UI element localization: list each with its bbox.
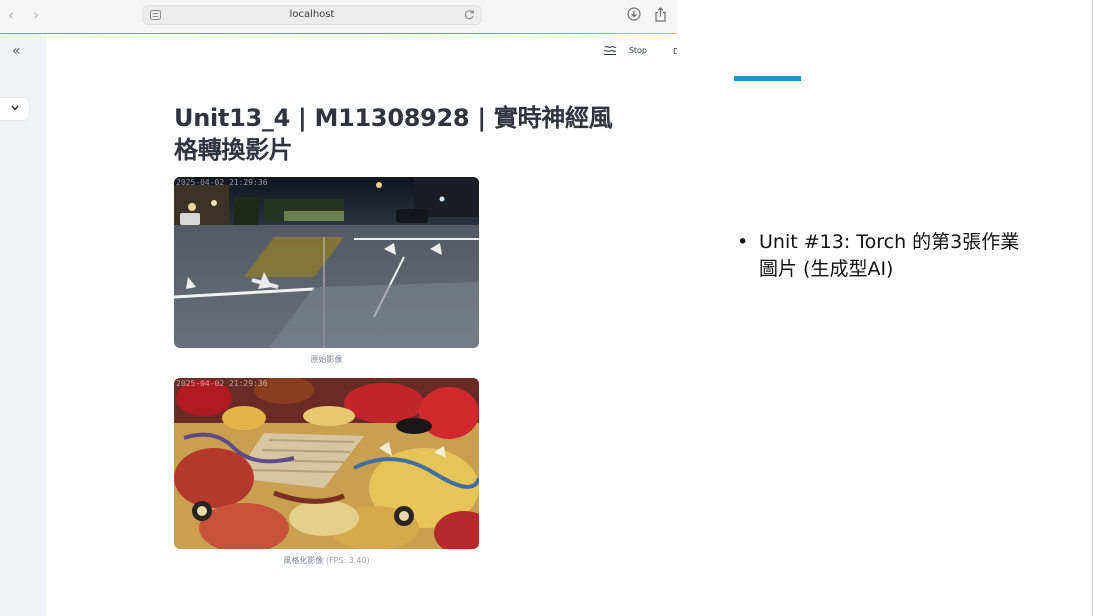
slide-accent-bar (734, 76, 801, 81)
sidebar-dropdown-button[interactable] (0, 98, 29, 120)
address-bar[interactable]: localhost (142, 5, 482, 25)
stylized-caption: 風格化影像 (FPS: 3.40) (174, 555, 479, 566)
slide-bullet-item: • Unit #13: Torch 的第3張作業圖片 (生成型AI) (737, 229, 1037, 283)
slide-bullet-text: Unit #13: Torch 的第3張作業圖片 (生成型AI) (759, 231, 1020, 280)
original-caption: 原始影像 (310, 355, 343, 364)
forward-arrow-icon[interactable]: › (30, 8, 42, 23)
browser-window: ‹ › localhost « Stop D Unit13_4 | M11308… (0, 0, 677, 616)
fps-readout: (FPS: 3.40) (325, 556, 370, 565)
chevron-down-icon (11, 105, 19, 111)
frame-timestamp: 2025-04-02 21:29:36 (176, 379, 268, 388)
reload-icon[interactable] (464, 9, 475, 20)
app-main: Stop Deploy Unit13_4 | M11308928 | 實時神經風… (46, 34, 677, 616)
app-sidebar: « (0, 34, 46, 616)
stylized-caption-label: 風格化影像 (283, 556, 324, 565)
stop-label: Stop (628, 46, 647, 55)
double-chevron-left-icon[interactable]: « (12, 44, 21, 58)
address-text: localhost (289, 9, 335, 20)
original-video-frame: 2025-04-02 21:29:36 (174, 177, 479, 348)
back-arrow-icon[interactable]: ‹ (5, 8, 17, 23)
browser-toolbar: ‹ › localhost (0, 0, 677, 33)
stylized-video-frame: 2025-04-02 21:29:36 (174, 378, 479, 549)
download-icon[interactable] (627, 7, 641, 21)
running-man-icon (603, 46, 617, 55)
frame-timestamp: 2025-04-02 21:29:36 (176, 178, 268, 187)
stylized-street-image (174, 378, 479, 549)
stop-button[interactable]: Stop (603, 46, 647, 55)
bullet-dot-icon: • (737, 231, 749, 253)
share-icon[interactable] (654, 7, 667, 22)
page-title: Unit13_4 | M11308928 | 實時神經風格轉換影片 (174, 104, 613, 164)
street-scene-image (174, 177, 479, 348)
presentation-slide: • Unit #13: Torch 的第3張作業圖片 (生成型AI) (677, 0, 1093, 616)
